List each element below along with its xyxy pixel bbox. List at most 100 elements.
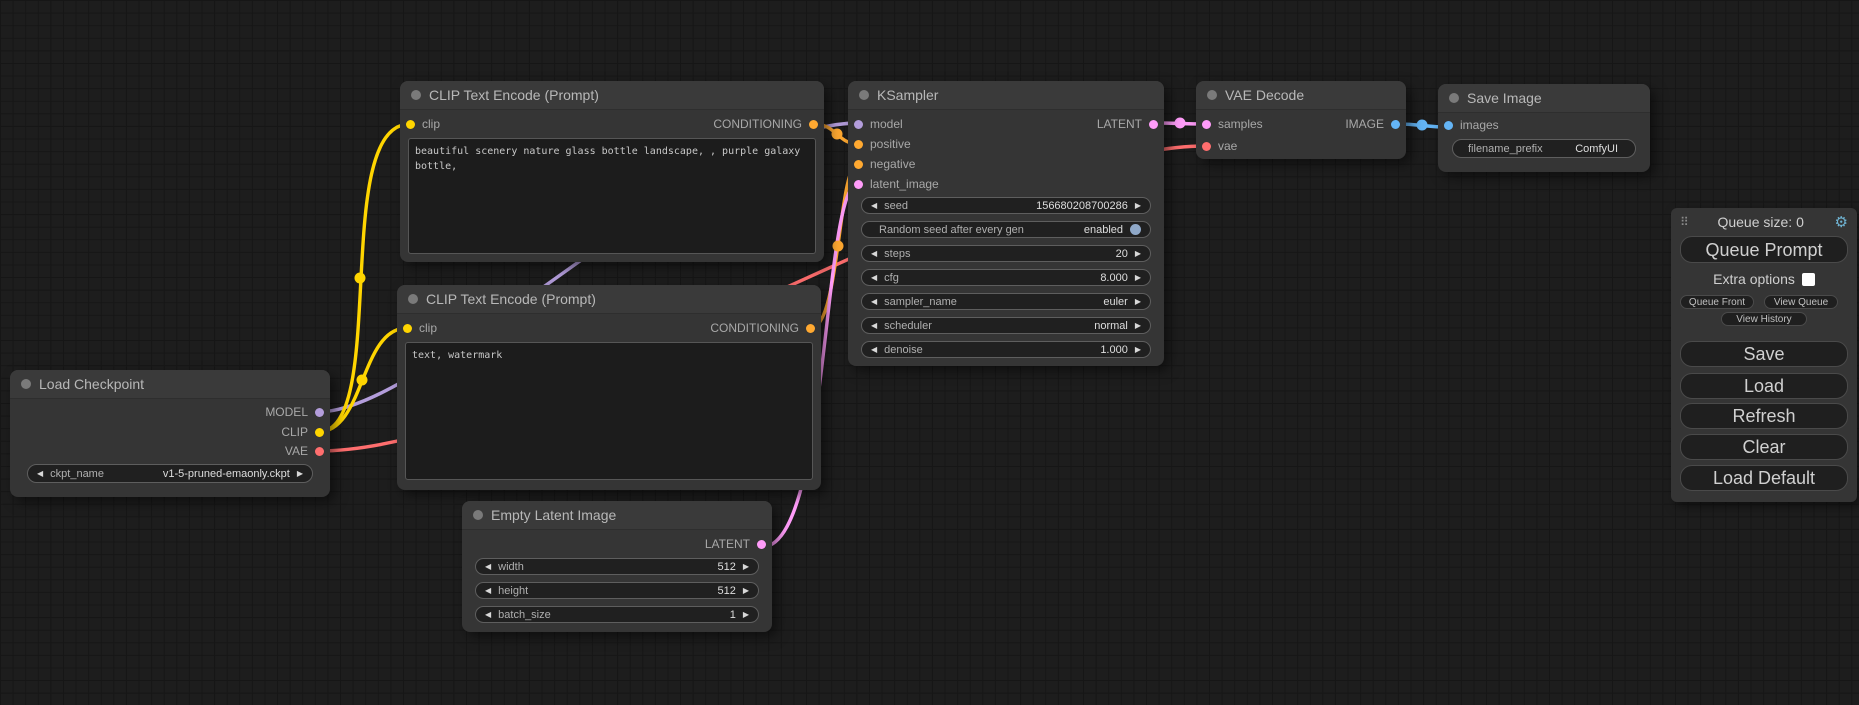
collapse-dot-icon[interactable] xyxy=(1449,93,1459,103)
load-default-button[interactable]: Load Default xyxy=(1680,465,1848,491)
node-title: Save Image xyxy=(1467,90,1542,106)
negative-prompt-textarea[interactable]: text, watermark xyxy=(405,342,813,480)
increment-icon[interactable]: ▶ xyxy=(1135,250,1141,258)
collapse-dot-icon[interactable] xyxy=(859,90,869,100)
widget-label: filename_prefix xyxy=(1468,143,1543,155)
decrement-icon[interactable]: ◀ xyxy=(485,611,491,619)
increment-icon[interactable]: ▶ xyxy=(1135,298,1141,306)
positive-prompt-textarea[interactable]: beautiful scenery nature glass bottle la… xyxy=(408,138,816,254)
increment-icon[interactable]: ▶ xyxy=(1135,346,1141,354)
node-titlebar[interactable]: CLIP Text Encode (Prompt) xyxy=(400,81,824,110)
clip-output-dot[interactable] xyxy=(315,428,324,437)
model-input-dot[interactable] xyxy=(854,120,863,129)
node-titlebar[interactable]: Load Checkpoint xyxy=(10,370,330,399)
view-queue-button[interactable]: View Queue xyxy=(1764,295,1838,309)
increment-icon[interactable]: ▶ xyxy=(297,470,303,478)
vae-output-dot[interactable] xyxy=(315,447,324,456)
widget-label: batch_size xyxy=(498,609,551,621)
node-vae-decode[interactable]: VAE Decode samples IMAGE vae xyxy=(1196,81,1406,159)
clip-input-dot[interactable] xyxy=(403,324,412,333)
filename-prefix-widget[interactable]: filename_prefix ComfyUI xyxy=(1452,139,1636,158)
widget-value: v1-5-pruned-emaonly.ckpt xyxy=(163,468,290,480)
node-save-image[interactable]: Save Image images filename_prefix ComfyU… xyxy=(1438,84,1650,172)
node-title: Empty Latent Image xyxy=(491,507,616,523)
conditioning-output-dot[interactable] xyxy=(806,324,815,333)
increment-icon[interactable]: ▶ xyxy=(1135,322,1141,330)
widget-label: scheduler xyxy=(884,320,932,332)
refresh-button[interactable]: Refresh xyxy=(1680,403,1848,429)
node-empty-latent-image[interactable]: Empty Latent Image LATENT ◀ width 512 ▶ … xyxy=(462,501,772,632)
ckpt-name-widget[interactable]: ◀ ckpt_name v1-5-pruned-emaonly.ckpt ▶ xyxy=(27,464,313,483)
clear-button[interactable]: Clear xyxy=(1680,434,1848,460)
node-clip-text-encode-negative[interactable]: CLIP Text Encode (Prompt) clip CONDITION… xyxy=(397,285,821,490)
latent-image-input-dot[interactable] xyxy=(854,180,863,189)
load-button[interactable]: Load xyxy=(1680,373,1848,399)
sampler-name-widget[interactable]: ◀ sampler_name euler ▶ xyxy=(861,293,1151,310)
decrement-icon[interactable]: ◀ xyxy=(37,470,43,478)
queue-front-button[interactable]: Queue Front xyxy=(1680,295,1754,309)
collapse-dot-icon[interactable] xyxy=(408,294,418,304)
decrement-icon[interactable]: ◀ xyxy=(871,202,877,210)
images-input-dot[interactable] xyxy=(1444,121,1453,130)
increment-icon[interactable]: ▶ xyxy=(743,587,749,595)
input-label: positive xyxy=(870,137,911,151)
increment-icon[interactable]: ▶ xyxy=(1135,274,1141,282)
decrement-icon[interactable]: ◀ xyxy=(485,587,491,595)
increment-icon[interactable]: ▶ xyxy=(743,611,749,619)
latent-output-dot[interactable] xyxy=(757,540,766,549)
toggle-dot-icon[interactable] xyxy=(1130,224,1141,235)
clip-input-dot[interactable] xyxy=(406,120,415,129)
gear-icon[interactable]: ⚙ xyxy=(1835,215,1848,230)
node-titlebar[interactable]: CLIP Text Encode (Prompt) xyxy=(397,285,821,314)
node-ksampler[interactable]: KSampler model LATENT positive negative xyxy=(848,81,1164,366)
extra-options-checkbox[interactable] xyxy=(1802,273,1815,286)
increment-icon[interactable]: ▶ xyxy=(1135,202,1141,210)
decrement-icon[interactable]: ◀ xyxy=(871,298,877,306)
vae-input-dot[interactable] xyxy=(1202,142,1211,151)
drag-handle-icon[interactable]: ⠿ xyxy=(1680,215,1687,229)
node-titlebar[interactable]: Empty Latent Image xyxy=(462,501,772,530)
decrement-icon[interactable]: ◀ xyxy=(871,322,877,330)
node-titlebar[interactable]: VAE Decode xyxy=(1196,81,1406,110)
random-seed-toggle-widget[interactable]: Random seed after every gen enabled xyxy=(861,221,1151,238)
node-clip-text-encode-positive[interactable]: CLIP Text Encode (Prompt) clip CONDITION… xyxy=(400,81,824,262)
height-widget[interactable]: ◀ height 512 ▶ xyxy=(475,582,759,599)
samples-input-dot[interactable] xyxy=(1202,120,1211,129)
slot-row: VAE xyxy=(10,442,330,460)
increment-icon[interactable]: ▶ xyxy=(743,563,749,571)
input-label: images xyxy=(1460,118,1499,132)
positive-input-dot[interactable] xyxy=(854,140,863,149)
queue-prompt-button[interactable]: Queue Prompt xyxy=(1680,236,1848,263)
collapse-dot-icon[interactable] xyxy=(1207,90,1217,100)
seed-widget[interactable]: ◀ seed 156680208700286 ▶ xyxy=(861,197,1151,214)
image-output-dot[interactable] xyxy=(1391,120,1400,129)
node-title: Load Checkpoint xyxy=(39,376,144,392)
model-output-dot[interactable] xyxy=(315,408,324,417)
input-label: samples xyxy=(1218,117,1263,131)
batch-size-widget[interactable]: ◀ batch_size 1 ▶ xyxy=(475,606,759,623)
negative-input-dot[interactable] xyxy=(854,160,863,169)
widget-value: ComfyUI xyxy=(1575,143,1618,155)
output-label: LATENT xyxy=(705,537,750,551)
scheduler-widget[interactable]: ◀ scheduler normal ▶ xyxy=(861,317,1151,334)
node-graph-canvas[interactable]: Load Checkpoint MODEL CLIP VAE ◀ ckpt_na… xyxy=(0,0,1859,705)
steps-widget[interactable]: ◀ steps 20 ▶ xyxy=(861,245,1151,262)
widget-value: 1 xyxy=(730,609,736,621)
collapse-dot-icon[interactable] xyxy=(473,510,483,520)
collapse-dot-icon[interactable] xyxy=(411,90,421,100)
node-load-checkpoint[interactable]: Load Checkpoint MODEL CLIP VAE ◀ ckpt_na… xyxy=(10,370,330,497)
node-titlebar[interactable]: Save Image xyxy=(1438,84,1650,113)
decrement-icon[interactable]: ◀ xyxy=(871,250,877,258)
collapse-dot-icon[interactable] xyxy=(21,379,31,389)
decrement-icon[interactable]: ◀ xyxy=(871,346,877,354)
save-button[interactable]: Save xyxy=(1680,341,1848,367)
width-widget[interactable]: ◀ width 512 ▶ xyxy=(475,558,759,575)
decrement-icon[interactable]: ◀ xyxy=(485,563,491,571)
decrement-icon[interactable]: ◀ xyxy=(871,274,877,282)
view-history-button[interactable]: View History xyxy=(1721,312,1807,326)
denoise-widget[interactable]: ◀ denoise 1.000 ▶ xyxy=(861,341,1151,358)
node-titlebar[interactable]: KSampler xyxy=(848,81,1164,110)
cfg-widget[interactable]: ◀ cfg 8.000 ▶ xyxy=(861,269,1151,286)
conditioning-output-dot[interactable] xyxy=(809,120,818,129)
latent-output-dot[interactable] xyxy=(1149,120,1158,129)
